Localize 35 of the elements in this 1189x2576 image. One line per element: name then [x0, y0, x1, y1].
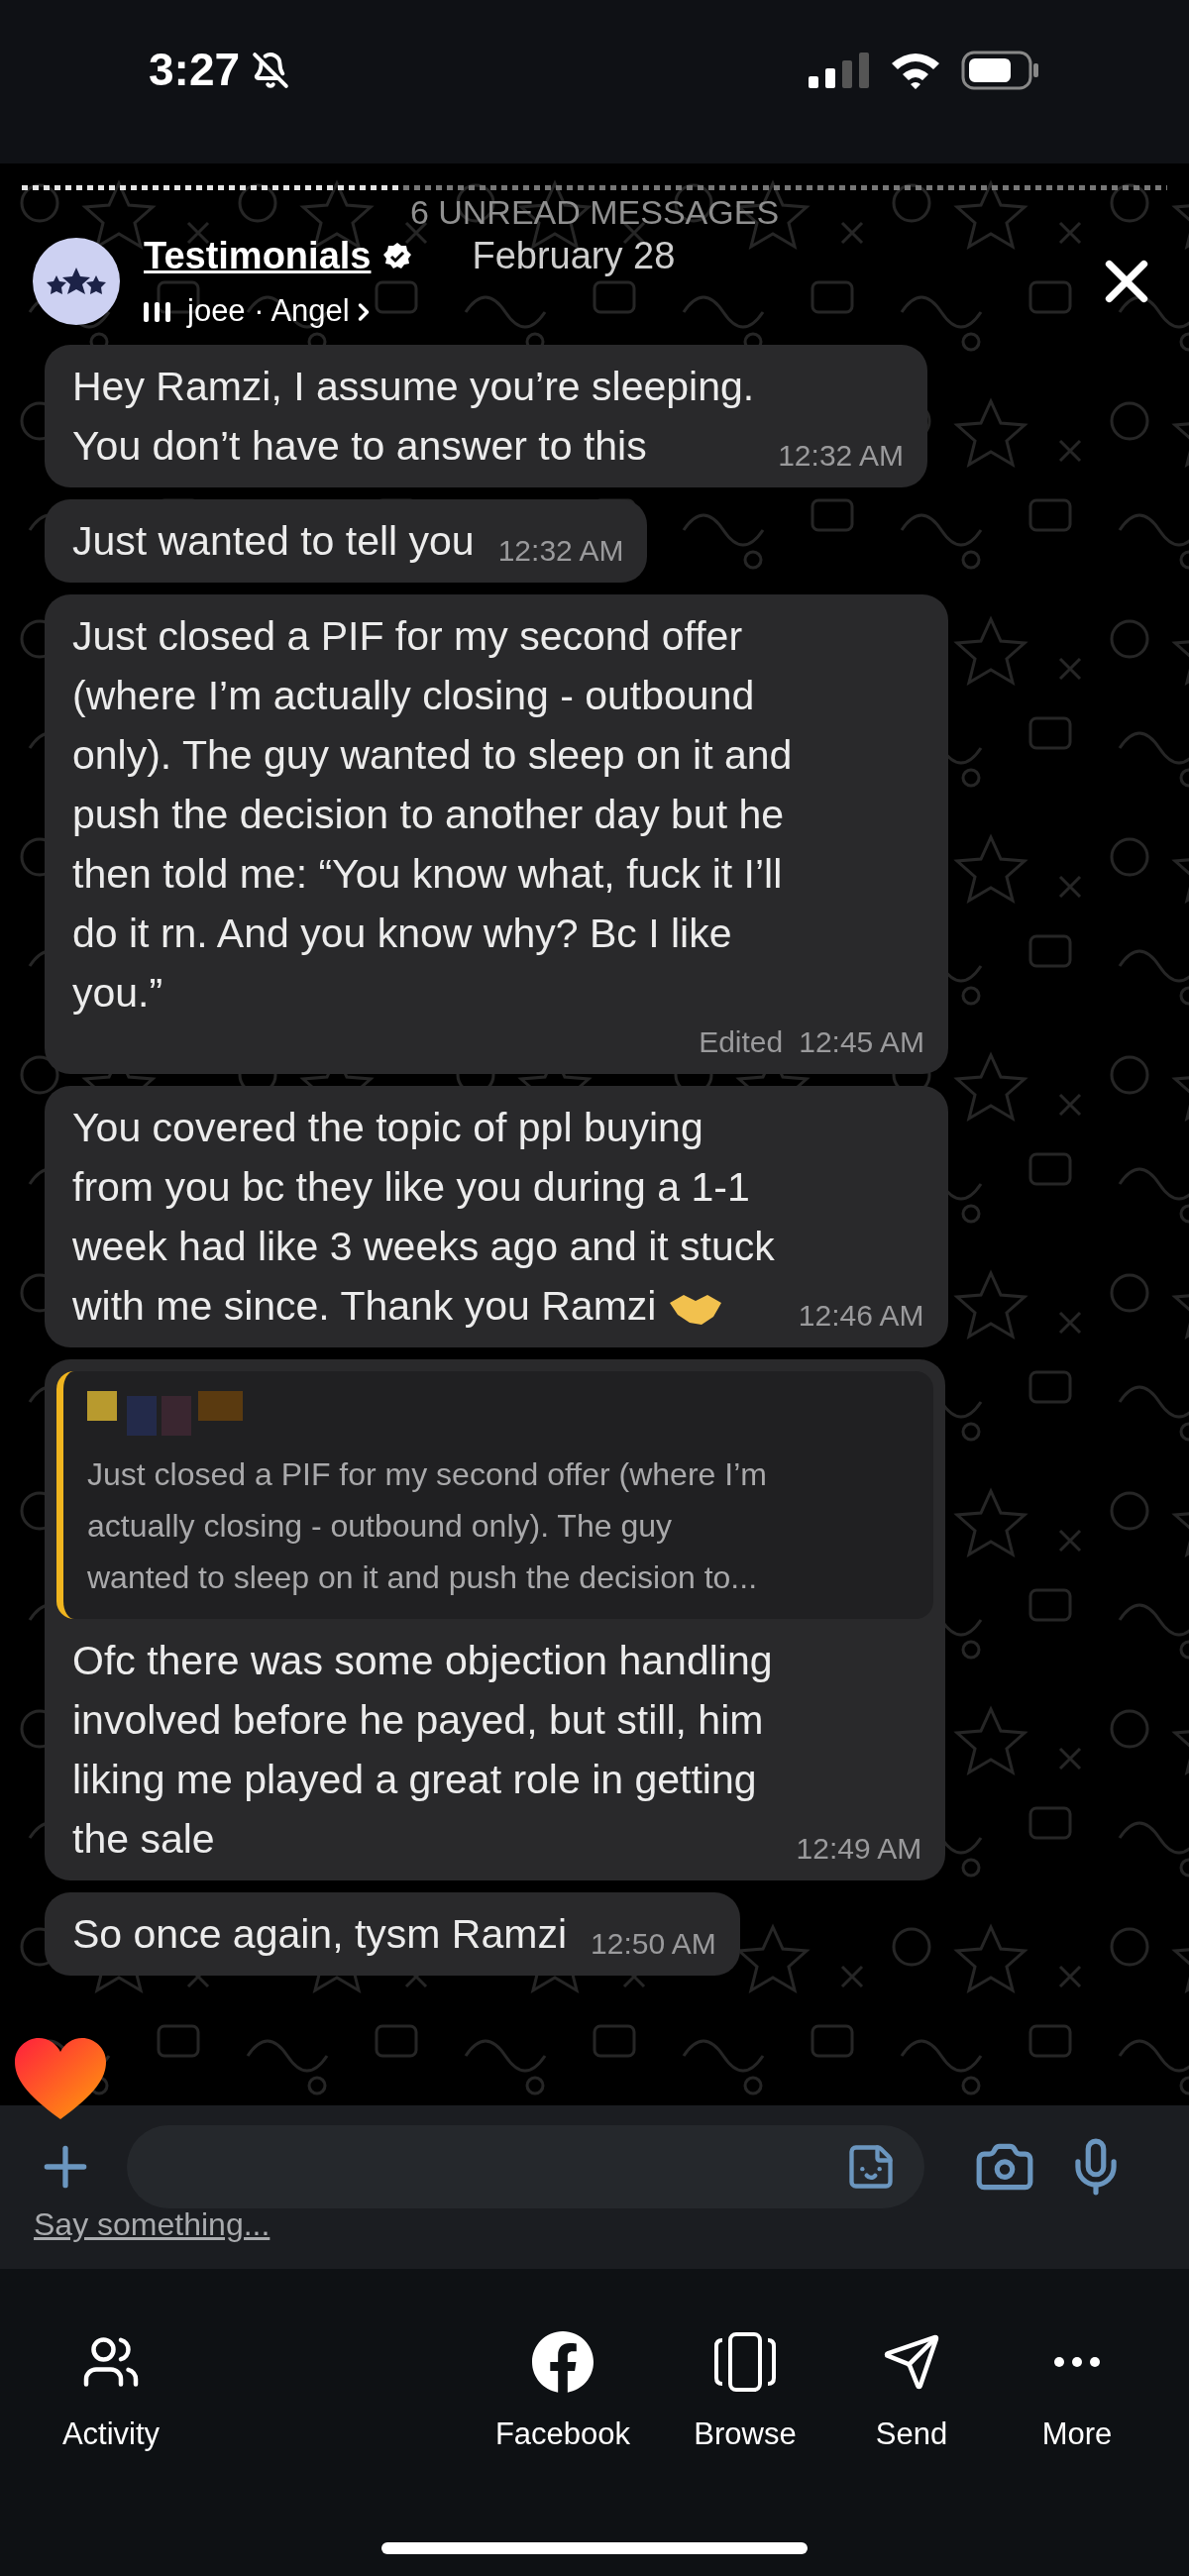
wifi-icon — [890, 51, 941, 89]
account-name[interactable]: Testimonials — [144, 228, 372, 285]
message-text: You covered the topic of ppl buying from you bc they like you during a 1-1 week had like 3 weeks ago and it stuck with me since. Thank you Ramzi — [72, 1104, 775, 1332]
message-text: Just wanted to tell you — [72, 517, 475, 566]
nav-item[interactable]: Browse — [666, 2328, 824, 2458]
story-date: February 28 — [472, 234, 676, 279]
nav-item[interactable]: Facebook — [484, 2328, 642, 2458]
more-icon — [1054, 2357, 1100, 2367]
bell-off-icon — [252, 51, 290, 89]
message-text: Hey Ramzi, I assume you’re sleeping. You don’t have to answer to this — [72, 363, 755, 471]
nav-item[interactable]: More — [998, 2328, 1156, 2458]
message-time: 12:32 AM — [497, 533, 624, 569]
edited-label: Edited — [699, 1024, 784, 1060]
equalizer-icon — [144, 299, 171, 324]
send-icon — [882, 2332, 941, 2392]
signal-icon — [809, 52, 870, 88]
nav-item[interactable]: Activity — [32, 2328, 190, 2458]
stars-avatar-icon — [33, 238, 120, 325]
heart-icon — [15, 2038, 106, 2121]
message-text: Just closed a PIF for my second offer (where I’m actually closing - outbound only). The guy wanted to sleep on it and push the decision to another day but he then told me: “You know what, fuck it I’ll do it rn. And you know why? Bc I like you.” — [72, 612, 794, 1018]
message-time: 12:45 AM — [799, 1024, 924, 1060]
nav-item[interactable]: Send — [832, 2328, 991, 2458]
facebook-icon — [531, 2330, 594, 2394]
message-time: 12:49 AM — [796, 1831, 922, 1867]
quoted-text: Just closed a PIF for my second offer (where I’m actually closing - outbound only). The guy wanted to sleep on it and push the decision to... — [87, 1455, 768, 1597]
message-time: 12:32 AM — [778, 438, 904, 474]
unread-label: 6 UNREAD MESSAGES — [409, 194, 780, 230]
message-text: Ofc there was some objection handling involved before he payed, but still, him liking me played a great role in getting the sale — [72, 1637, 773, 1864]
message-text: So once again, tysm Ramzi — [72, 1910, 568, 1959]
music-label[interactable]: joee · Angel — [187, 288, 350, 335]
battery-icon — [961, 50, 1040, 90]
status-time: 3:27 — [149, 43, 241, 97]
message-time: 12:50 AM — [591, 1926, 716, 1962]
message-time: 12:46 AM — [798, 1298, 924, 1334]
reply-caption[interactable]: Say something... — [34, 2200, 270, 2248]
